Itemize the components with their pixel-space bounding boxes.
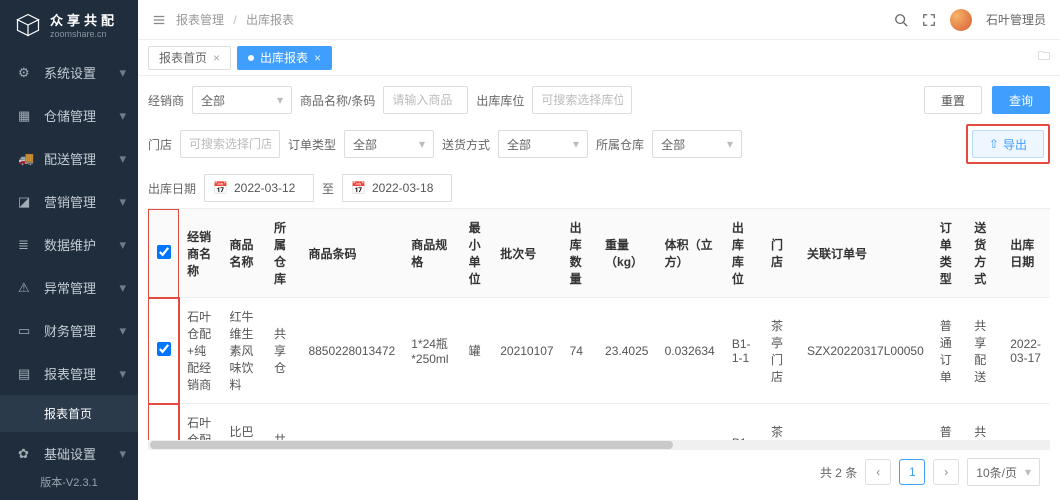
menu-toggle-icon[interactable] bbox=[152, 13, 166, 27]
chevron-down-icon: ▾ bbox=[277, 93, 283, 107]
export-button[interactable]: ⇧导出 bbox=[972, 130, 1044, 158]
gear-icon: ⚙ bbox=[18, 65, 34, 81]
sidebar-item-marketing[interactable]: ◪营销管理▾ bbox=[0, 180, 138, 223]
chevron-down-icon: ▾ bbox=[119, 194, 126, 210]
fullscreen-icon[interactable] bbox=[922, 13, 936, 27]
version-label: 版本-V2.3.1 bbox=[0, 464, 138, 500]
store-input[interactable] bbox=[180, 130, 280, 158]
breadcrumb: 报表管理 / 出库报表 bbox=[176, 11, 294, 28]
sidebar-item-delivery[interactable]: 🚚配送管理▾ bbox=[0, 137, 138, 180]
date-from-input[interactable]: 📅2022-03-12 bbox=[204, 174, 314, 202]
logo: 众享共配 zoomshare.cn bbox=[0, 0, 138, 51]
chevron-down-icon: ▾ bbox=[119, 237, 126, 253]
chevron-down-icon: ▾ bbox=[119, 65, 126, 81]
chart-icon: ▤ bbox=[18, 366, 34, 382]
date-to-input[interactable]: 📅2022-03-18 bbox=[342, 174, 452, 202]
pager-next[interactable]: › bbox=[933, 459, 959, 485]
pagination: 共 2 条 ‹ 1 › 10条/页▾ bbox=[148, 450, 1050, 494]
upload-icon: ⇧ bbox=[989, 137, 999, 151]
product-input[interactable] bbox=[383, 86, 468, 114]
tab-report-home[interactable]: 报表首页× bbox=[148, 46, 231, 70]
chevron-down-icon: ▾ bbox=[419, 137, 425, 151]
sidebar-item-exception[interactable]: ⚠异常管理▾ bbox=[0, 266, 138, 309]
grid-icon: ▦ bbox=[18, 108, 34, 124]
filter-panel: 经销商 全部▾ 商品名称/条码 出库库位 重置 查询 门店 订单类型 全部▾ bbox=[148, 86, 1050, 202]
brand-cn: 众享共配 bbox=[50, 10, 118, 29]
tab-outbound-report[interactable]: 出库报表× bbox=[237, 46, 332, 70]
query-button[interactable]: 查询 bbox=[992, 86, 1050, 114]
chevron-down-icon: ▾ bbox=[573, 137, 579, 151]
reset-button[interactable]: 重置 bbox=[924, 86, 982, 114]
sidebar-item-finance[interactable]: ▭财务管理▾ bbox=[0, 309, 138, 352]
topbar: 报表管理 / 出库报表 石叶管理员 bbox=[138, 0, 1060, 40]
money-icon: ▭ bbox=[18, 323, 34, 339]
sidebar-item-warehouse[interactable]: ▦仓储管理▾ bbox=[0, 94, 138, 137]
dealer-select[interactable]: 全部▾ bbox=[192, 86, 292, 114]
chevron-down-icon: ▾ bbox=[119, 151, 126, 167]
export-highlight: ⇧导出 bbox=[966, 124, 1050, 164]
warning-icon: ⚠ bbox=[18, 280, 34, 296]
search-icon[interactable] bbox=[894, 13, 908, 27]
chevron-down-icon: ▾ bbox=[1025, 465, 1031, 479]
sidebar-item-data[interactable]: ≣数据维护▾ bbox=[0, 223, 138, 266]
horizontal-scrollbar[interactable] bbox=[148, 440, 1050, 450]
username: 石叶管理员 bbox=[986, 11, 1046, 28]
pager-total: 共 2 条 bbox=[820, 464, 857, 481]
outloc-input[interactable] bbox=[532, 86, 632, 114]
table-row: 石叶仓配+纯配经销商比巴卜（瓶装）共享仓6911316100640637g×6罐… bbox=[148, 404, 1050, 441]
tag-icon: ◪ bbox=[18, 194, 34, 210]
sidebar-item-system[interactable]: ⚙系统设置▾ bbox=[0, 51, 138, 94]
chevron-down-icon: ▾ bbox=[119, 280, 126, 296]
close-icon[interactable]: × bbox=[314, 51, 321, 65]
tab-tool-icon[interactable]: 🗀 bbox=[1038, 47, 1050, 68]
shipmode-select[interactable]: 全部▾ bbox=[498, 130, 588, 158]
checkbox-all[interactable] bbox=[157, 245, 171, 259]
chevron-down-icon: ▾ bbox=[119, 446, 126, 462]
table-row: 石叶仓配+纯配经销商红牛维生素风味饮料共享仓88502280134721*24瓶… bbox=[148, 298, 1050, 404]
truck-icon: 🚚 bbox=[18, 151, 34, 167]
outbound-table: 经销商名称 商品名称 所属仓库 商品条码 商品规格 最小单位 批次号 出库数量 … bbox=[148, 209, 1050, 440]
cog-icon: ✿ bbox=[18, 446, 34, 462]
row-checkbox[interactable] bbox=[157, 342, 171, 356]
calendar-icon: 📅 bbox=[351, 181, 366, 195]
close-icon[interactable]: × bbox=[213, 51, 220, 65]
page-size-select[interactable]: 10条/页▾ bbox=[967, 458, 1040, 486]
sidebar-subitem-report-home[interactable]: 报表首页 bbox=[0, 395, 138, 432]
ordertype-select[interactable]: 全部▾ bbox=[344, 130, 434, 158]
stack-icon: ≣ bbox=[18, 237, 34, 253]
tabbar: 报表首页× 出库报表× 🗀 bbox=[138, 40, 1060, 76]
logo-icon bbox=[14, 11, 42, 39]
avatar[interactable] bbox=[950, 9, 972, 31]
pager-prev[interactable]: ‹ bbox=[865, 459, 891, 485]
brand-en: zoomshare.cn bbox=[50, 29, 118, 39]
chevron-down-icon: ▾ bbox=[119, 323, 126, 339]
chevron-down-icon: ▾ bbox=[119, 366, 126, 382]
sidebar-item-basic[interactable]: ✿基础设置▾ bbox=[0, 432, 138, 464]
warehouse-select[interactable]: 全部▾ bbox=[652, 130, 742, 158]
calendar-icon: 📅 bbox=[213, 181, 228, 195]
sidebar-menu: ⚙系统设置▾ ▦仓储管理▾ 🚚配送管理▾ ◪营销管理▾ ≣数据维护▾ ⚠异常管理… bbox=[0, 51, 138, 464]
chevron-down-icon: ▾ bbox=[727, 137, 733, 151]
sidebar-item-report[interactable]: ▤报表管理▾ bbox=[0, 352, 138, 395]
table-wrap: 经销商名称 商品名称 所属仓库 商品条码 商品规格 最小单位 批次号 出库数量 … bbox=[148, 208, 1050, 440]
pager-page-1[interactable]: 1 bbox=[899, 459, 925, 485]
chevron-down-icon: ▾ bbox=[119, 108, 126, 124]
